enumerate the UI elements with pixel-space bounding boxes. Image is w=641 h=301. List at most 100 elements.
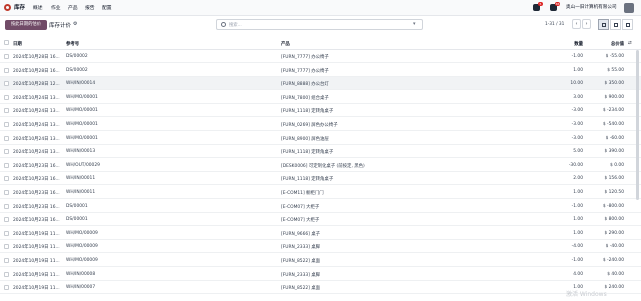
table-row[interactable]: 2024年10月19日 11... WH/IN/00007 [FURN_8522] … [0,281,641,295]
table-row[interactable]: 2024年10月28日 16... DS/00002 [FURN_7777] 办公椅… [0,64,641,77]
cell-date: 2024年10月19日 11... [13,272,60,278]
cell-date: 2024年10月24日 13... [13,123,60,128]
cell-product: [FURN_7800] 组合桌子 [281,95,329,101]
cell-quantity: -1.00 [571,54,583,59]
row-checkbox[interactable] [4,244,9,250]
table-row[interactable]: 2024年10月23日 16... WH/IN/00011 [FURN_1118] … [0,172,641,186]
cell-date: 2024年10月23日 16... [13,177,60,183]
user-avatar[interactable] [624,3,634,13]
cell-date: 2024年10月23日 16... [13,191,60,196]
chevron-down-icon[interactable]: ▾ [413,21,416,27]
row-checkbox[interactable] [4,54,9,59]
table-row[interactable]: 2024年10月24日 13... WH/MO/00001 [FURN_1118] … [0,104,641,118]
cell-product: [FURN_8522] 桌面 [281,259,321,264]
row-checkbox[interactable] [4,94,9,100]
cell-date: 2024年10月23日 16... [13,163,60,169]
app-name[interactable]: 库存 [14,3,25,11]
row-checkbox[interactable] [4,135,9,141]
menu-products[interactable]: 产品 [68,4,78,11]
app-logo-icon[interactable] [4,4,11,11]
cell-quantity: 1.00 [573,67,583,73]
cell-value: $ -234.00 [602,108,624,114]
cell-product: [FURN_1118] 定转角桌子 [281,150,334,156]
cell-date: 2024年10月19日 11... [13,231,60,237]
cell-product: [DESK0006] 可定制化桌子 (前按定, 黑色) [281,163,365,169]
table-row[interactable]: 2024年10月19日 11... WH/MO/00009 [FURN_9666] … [0,227,641,240]
table-row[interactable]: 2024年10月23日 16... DS/00001 [E-COM07] 大柜子 1.… [0,213,641,227]
row-checkbox[interactable] [4,67,9,73]
valuation-at-date-button[interactable]: 按此日期的估价 [5,20,47,30]
pager-value[interactable]: 1-31 / 31 [545,22,564,27]
cell-quantity: -1.00 [571,258,583,263]
cell-quantity: -1.00 [571,203,583,209]
menu-operations[interactable]: 作业 [51,4,61,11]
cell-product: [FURN_9666] 桌子 [281,231,321,237]
cell-product: [E-COM07] 大柜子 [281,204,320,210]
table-row[interactable]: 2024年10月28日 16... DS/00002 [FURN_7777] 办公椅… [0,50,641,63]
cell-reference: WH/IN/00008 [66,271,96,277]
cell-product: [FURN_2333] 桌脚 [281,245,321,251]
previous-page-button[interactable]: ‹ [572,19,581,29]
column-product[interactable]: 产品 [281,41,290,47]
cell-reference: WH/MO/00009 [66,258,98,263]
table-row[interactable]: 2024年10月23日 16... DS/00001 [E-COM07] 大柜子 -1… [0,200,641,213]
column-reference[interactable]: 参考号 [66,41,79,47]
row-checkbox[interactable] [4,176,9,182]
pivot-icon [614,23,618,27]
cell-value: $ 40.00 [607,271,624,277]
cell-reference: WH/MO/00001 [66,94,98,100]
column-quantity[interactable]: 数量 [555,41,583,47]
search-icon [221,22,226,27]
table-row[interactable]: 2024年10月28日 12... WH/IN/00014 [FURN_8888] … [0,77,641,91]
cell-value: $ 800.00 [604,217,624,223]
table-row[interactable]: 2024年10月24日 13... WH/MO/00001 [FURN_0269] … [0,118,641,131]
scrollbar[interactable] [636,50,639,200]
menu-overview[interactable]: 概述 [33,4,43,11]
table-row[interactable]: 2024年10月24日 13... WH/IN/00013 [FURN_1118] … [0,145,641,159]
cell-date: 2024年10月19日 11... [13,245,60,251]
cell-quantity: 1.00 [573,190,583,195]
row-checkbox[interactable] [4,190,9,195]
row-checkbox[interactable] [4,258,9,263]
list-icon [602,23,606,27]
row-checkbox[interactable] [4,271,9,277]
row-checkbox[interactable] [4,162,9,168]
table-row[interactable]: 2024年10月24日 13... WH/MO/00001 [FURN_8900] … [0,132,641,145]
cell-date: 2024年10月23日 16... [13,218,60,224]
row-checkbox[interactable] [4,230,9,236]
cell-date: 2024年10月24日 13... [13,95,60,101]
table-row[interactable]: 2024年10月19日 11... WH/MO/00009 [FURN_8522] … [0,254,641,267]
row-checkbox[interactable] [4,122,9,127]
pivot-view-button[interactable] [610,19,621,30]
cell-value: $ -540.00 [602,122,624,127]
select-all-checkbox[interactable] [4,40,9,45]
company-switcher[interactable]: 奥山一旧计算机有限公司 [566,4,617,10]
search-input[interactable] [229,22,409,28]
next-page-button[interactable]: › [582,19,591,29]
cell-date: 2024年10月28日 12... [13,82,60,88]
list-view-button[interactable] [598,19,609,30]
row-checkbox[interactable] [4,149,9,155]
column-value[interactable]: 总价值 [590,41,624,47]
row-checkbox[interactable] [4,203,9,209]
menu-reporting[interactable]: 报告 [85,4,95,11]
table-row[interactable]: 2024年10月23日 16... WH/OUT/00029 [DESK0006] … [0,159,641,172]
gear-icon[interactable]: ⚙ [73,21,77,27]
table-row[interactable]: 2024年10月23日 16... WH/IN/00011 [E-COM11] 橱柜… [0,186,641,199]
table-row[interactable]: 2024年10月19日 11... WH/MO/00009 [FURN_2333] … [0,240,641,254]
row-checkbox[interactable] [4,217,9,223]
column-date[interactable]: 日期 [13,41,22,47]
table-row[interactable]: 2024年10月19日 11... WH/IN/00008 [FURN_2333] … [0,268,641,281]
cell-quantity: 1.00 [573,230,583,236]
cell-date: 2024年10月28日 16... [13,55,60,60]
cell-value: $ -800.00 [602,203,624,209]
cell-value: $ 900.00 [604,94,624,100]
cell-product: [FURN_2333] 桌脚 [281,272,321,278]
row-checkbox[interactable] [4,285,9,291]
graph-view-button[interactable] [622,19,633,30]
column-settings-icon[interactable]: ⇄ [628,41,632,46]
menu-configuration[interactable]: 配置 [102,4,112,11]
row-checkbox[interactable] [4,81,9,87]
row-checkbox[interactable] [4,108,9,114]
table-row[interactable]: 2024年10月24日 13... WH/MO/00001 [FURN_7800] … [0,91,641,104]
